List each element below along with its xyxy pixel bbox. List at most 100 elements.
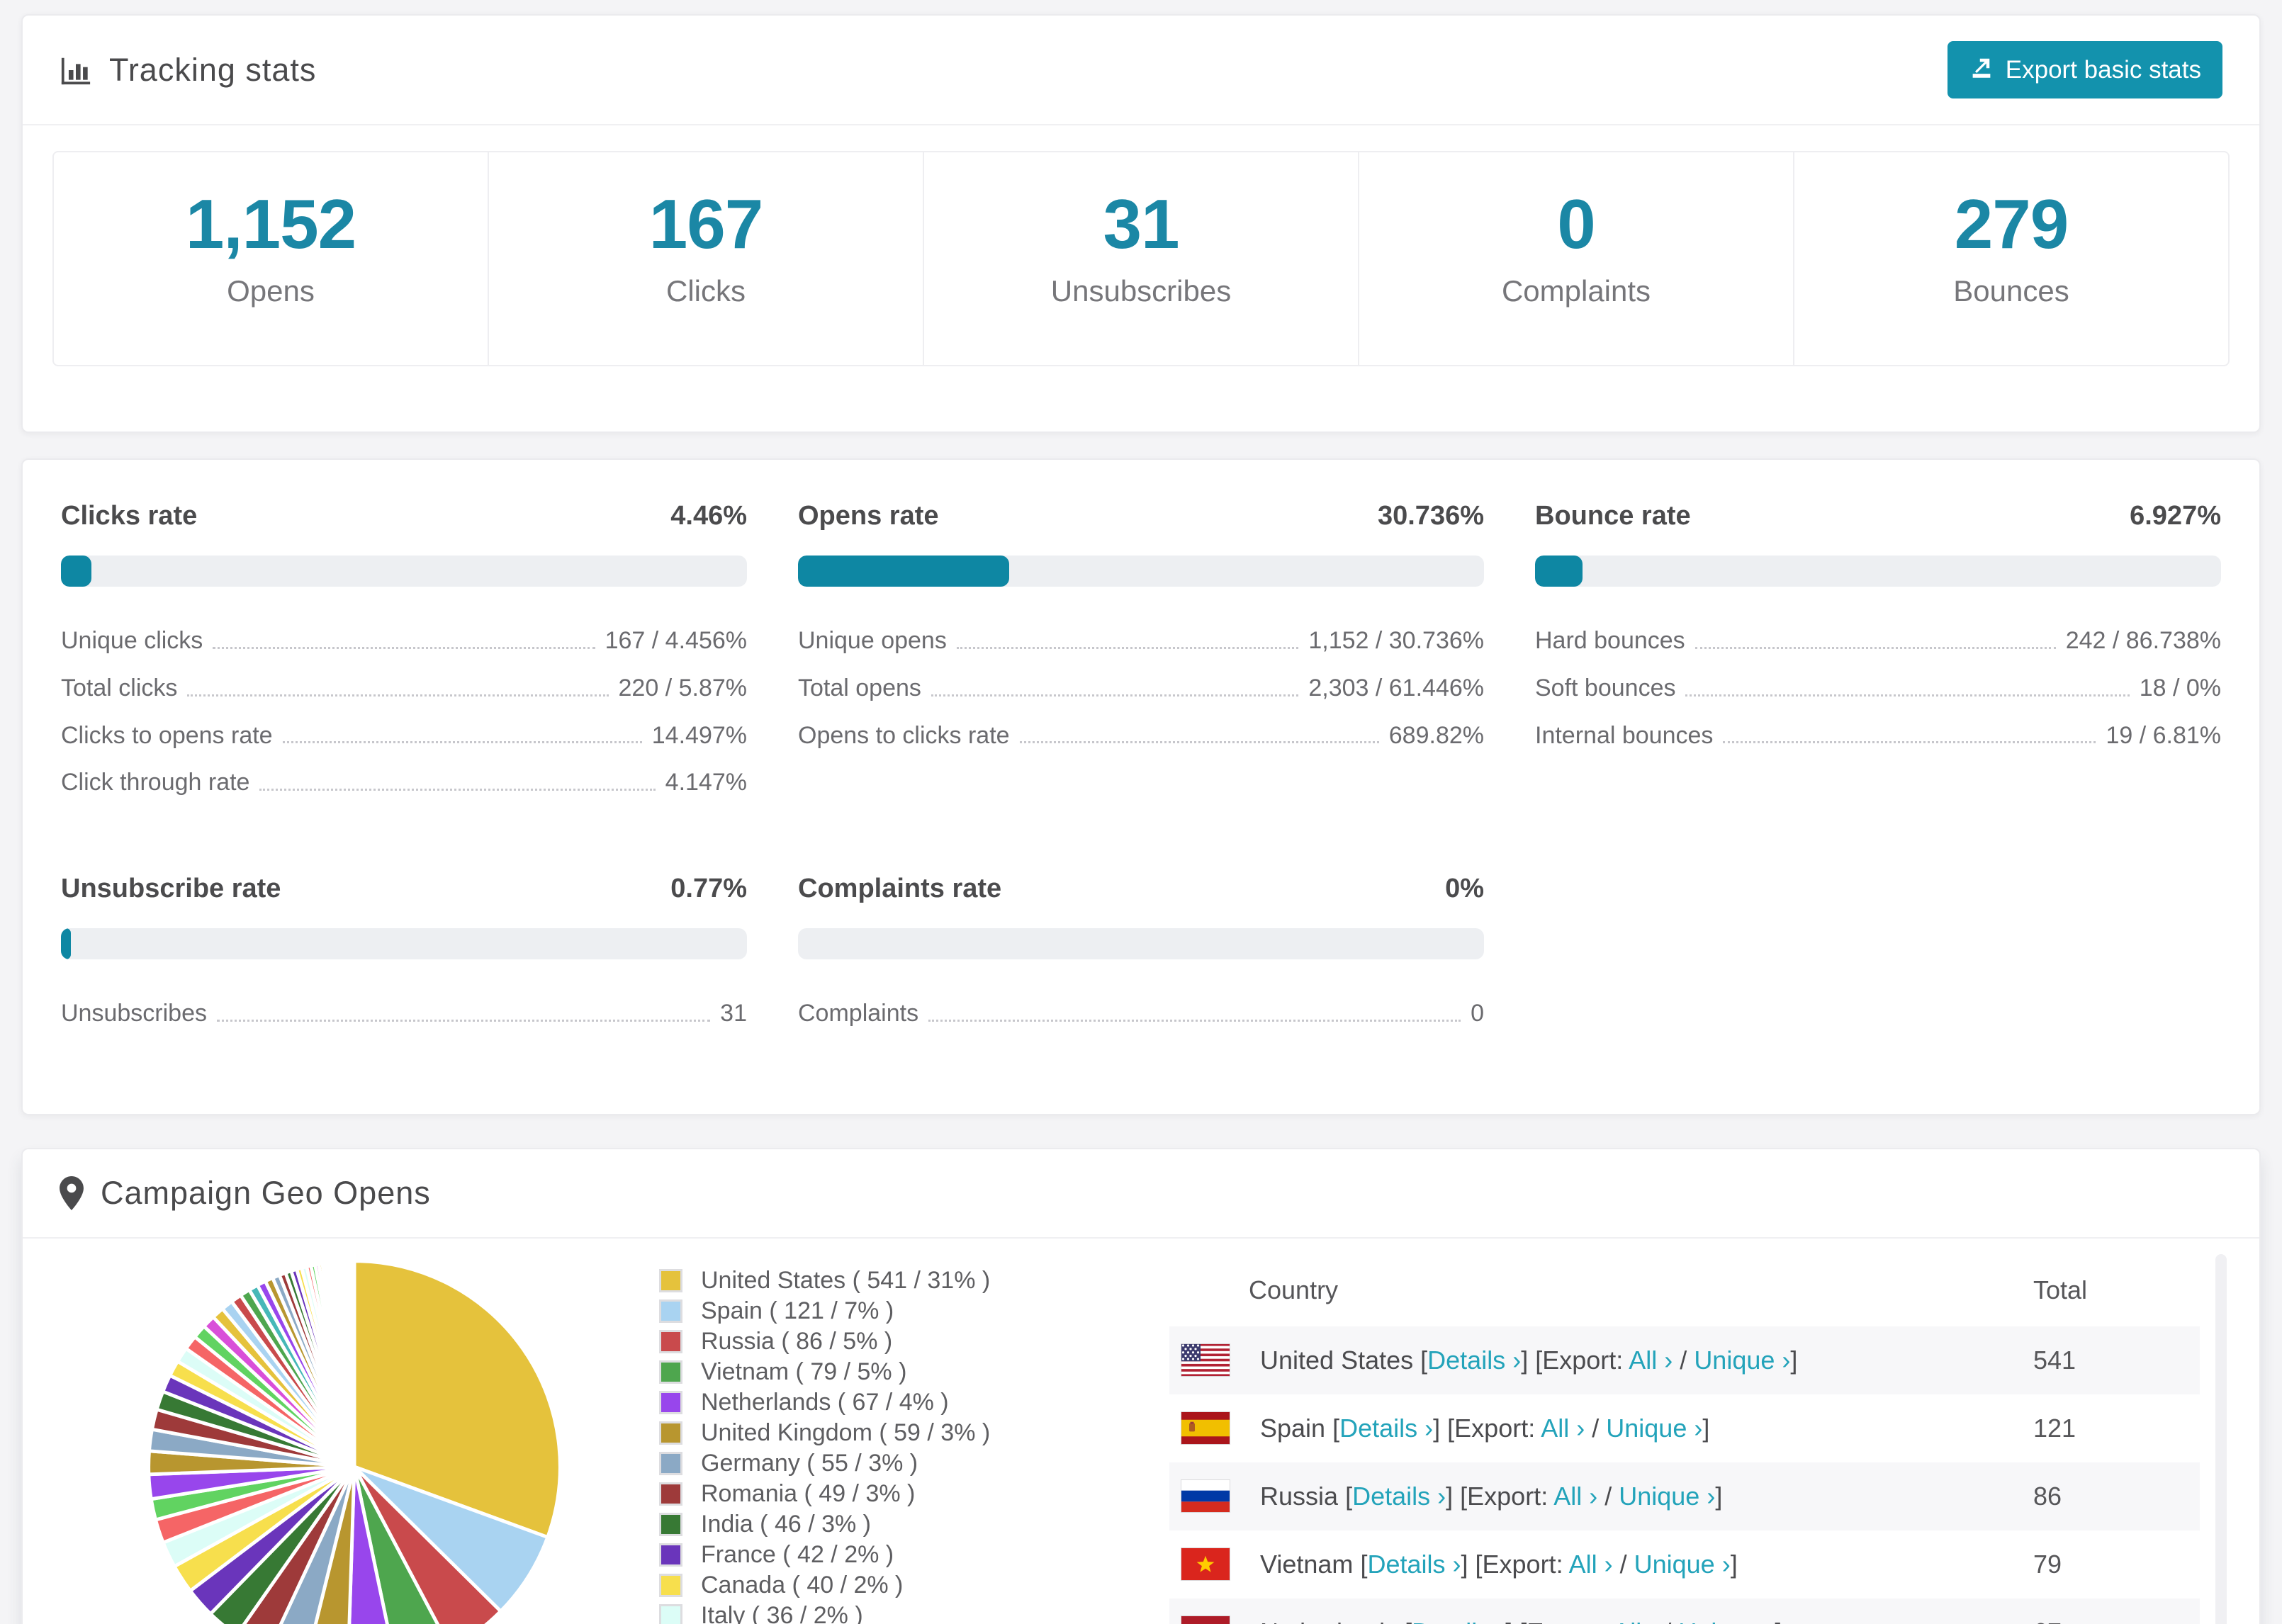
export-unique-link[interactable]: Unique › [1694, 1346, 1790, 1375]
complaints-rate-value: 0% [1445, 874, 1484, 904]
geo-title: Campaign Geo Opens [101, 1174, 431, 1211]
flag-ru-icon [1181, 1479, 1230, 1513]
legend-label: United States ( 541 / 31% ) [701, 1266, 991, 1294]
export-all-link[interactable]: All › [1541, 1414, 1585, 1443]
table-scrollbar[interactable] [2215, 1253, 2227, 1624]
row-value: 167 / 4.456% [605, 627, 747, 654]
bounce-rate-progressbar [1535, 556, 2221, 587]
clicks-rate-title: Clicks rate [61, 501, 198, 531]
details-link[interactable]: Details › [1427, 1346, 1521, 1375]
bounce-rate-title: Bounce rate [1535, 501, 1691, 531]
stat-clicks-label: Clicks [666, 274, 746, 308]
export-all-link[interactable]: All › [1569, 1550, 1613, 1579]
legend-label: Spain ( 121 / 7% ) [701, 1297, 894, 1324]
row-label: Total opens [798, 674, 921, 701]
legend-item[interactable]: France ( 42 / 2% ) [659, 1540, 999, 1570]
unsubscribe-rate-fill [61, 928, 71, 960]
stat-complaints-value: 0 [1557, 185, 1596, 263]
legend-swatch [659, 1512, 682, 1536]
legend-item[interactable]: Canada ( 40 / 2% ) [659, 1570, 999, 1601]
details-link[interactable]: Details › [1352, 1482, 1446, 1511]
export-all-link[interactable]: All › [1613, 1618, 1657, 1624]
total-cell: 79 [2033, 1549, 2062, 1579]
row-label: Complaints [798, 1000, 919, 1027]
flag-vn-icon [1181, 1547, 1230, 1581]
bounce-rate-fill [1535, 556, 1583, 587]
flag-es-icon [1181, 1411, 1230, 1445]
export-unique-link[interactable]: Unique › [1634, 1550, 1731, 1579]
row-value: 19 / 6.81% [2106, 721, 2221, 749]
rates-card: Clicks rate 4.46% Unique clicks 167 / 4.4… [21, 458, 2261, 1115]
stat-clicks-value: 167 [648, 185, 764, 263]
rate-block-unsubscribes: Unsubscribe rate 0.77% Unsubscribes 31 [61, 874, 747, 1047]
row-label: Soft bounces [1535, 674, 1676, 701]
dotted-leader [1019, 741, 1379, 744]
row-label: Hard bounces [1535, 627, 1685, 654]
total-cell: 541 [2033, 1345, 2076, 1375]
row-label: Total clicks [61, 674, 178, 701]
geo-card-header: Campaign Geo Opens [23, 1149, 2259, 1239]
legend-label: India ( 46 / 3% ) [701, 1510, 872, 1538]
legend-item[interactable]: Netherlands ( 67 / 4% ) [659, 1387, 999, 1418]
total-cell: 67 [2033, 1618, 2200, 1624]
row-label: Clicks to opens rate [61, 721, 273, 749]
dotted-leader [282, 741, 642, 744]
legend-swatch [659, 1268, 682, 1292]
geo-table: Country Total United States [Details ›] … [1169, 1253, 2231, 1624]
export-all-link[interactable]: All › [1629, 1346, 1673, 1375]
dotted-leader [1694, 646, 2056, 649]
table-row: United States [Details ›] [Export: All ›… [1169, 1326, 2200, 1394]
dotted-leader [259, 789, 656, 791]
clicks-rate-value: 4.46% [670, 501, 747, 531]
flag-us-icon [1181, 1343, 1230, 1377]
legend-swatch [659, 1451, 682, 1475]
export-unique-link[interactable]: Unique › [1678, 1618, 1775, 1624]
legend-swatch [659, 1390, 682, 1414]
country-name: Vietnam [1260, 1549, 1354, 1579]
legend-label: Germany ( 55 / 3% ) [701, 1449, 918, 1477]
clicks-rate-progressbar [61, 556, 747, 587]
clicks-rate-fill [61, 556, 92, 587]
legend-item[interactable]: Russia ( 86 / 5% ) [659, 1326, 999, 1357]
stat-opens: 1,152 Opens [54, 152, 489, 365]
complaints-rate-progressbar [798, 928, 1484, 960]
legend-item[interactable]: Vietnam ( 79 / 5% ) [659, 1357, 999, 1387]
row-label: Opens to clicks rate [798, 721, 1010, 749]
stats-summary-row: 1,152 Opens 167 Clicks 31 Unsubscribes 0… [52, 151, 2230, 366]
row-label: Click through rate [61, 769, 250, 796]
export-icon [1969, 54, 1994, 86]
export-unique-link[interactable]: Unique › [1606, 1414, 1702, 1443]
rate-block-complaints: Complaints rate 0% Complaints 0 [798, 874, 1484, 1047]
details-link[interactable]: Details › [1367, 1550, 1461, 1579]
legend-item[interactable]: Romania ( 49 / 3% ) [659, 1479, 999, 1509]
legend-label: Italy ( 36 / 2% ) [701, 1601, 863, 1624]
details-link[interactable]: Details › [1412, 1618, 1505, 1624]
export-basic-stats-button[interactable]: Export basic stats [1947, 41, 2222, 98]
rate-block-bounces: Bounce rate 6.927% Hard bounces 242 / 86.… [1535, 501, 2221, 816]
legend-label: France ( 42 / 2% ) [701, 1540, 894, 1568]
legend-item[interactable]: Italy ( 36 / 2% ) [659, 1601, 999, 1624]
legend-swatch [659, 1482, 682, 1506]
export-all-link[interactable]: All › [1553, 1482, 1597, 1511]
legend-item[interactable]: India ( 46 / 3% ) [659, 1509, 999, 1540]
legend-swatch [659, 1329, 682, 1353]
row-value: 31 [720, 1000, 747, 1027]
legend-item[interactable]: United States ( 541 / 31% ) [659, 1265, 999, 1296]
row-label: Unique clicks [61, 627, 203, 654]
complaints-rate-title: Complaints rate [798, 874, 1002, 904]
opens-rate-value: 30.736% [1377, 501, 1484, 531]
country-name: Russia [1260, 1481, 1339, 1511]
total-cell: 86 [2033, 1481, 2062, 1511]
country-cell: Netherlands [Details ›] [Export: All › /… [1260, 1618, 2033, 1624]
details-link[interactable]: Details › [1339, 1414, 1433, 1443]
export-unique-link[interactable]: Unique › [1619, 1482, 1715, 1511]
legend-item[interactable]: United Kingdom ( 59 / 3% ) [659, 1418, 999, 1448]
column-header-total: Total [2033, 1275, 2088, 1304]
legend-item[interactable]: Spain ( 121 / 7% ) [659, 1296, 999, 1326]
country-cell: United States [Details ›] [Export: All ›… [1260, 1345, 1798, 1375]
opens-rate-progressbar [798, 556, 1484, 587]
legend-swatch [659, 1543, 682, 1567]
opens-rate-title: Opens rate [798, 501, 939, 531]
legend-item[interactable]: Germany ( 55 / 3% ) [659, 1448, 999, 1479]
legend-label: Russia ( 86 / 5% ) [701, 1327, 893, 1355]
